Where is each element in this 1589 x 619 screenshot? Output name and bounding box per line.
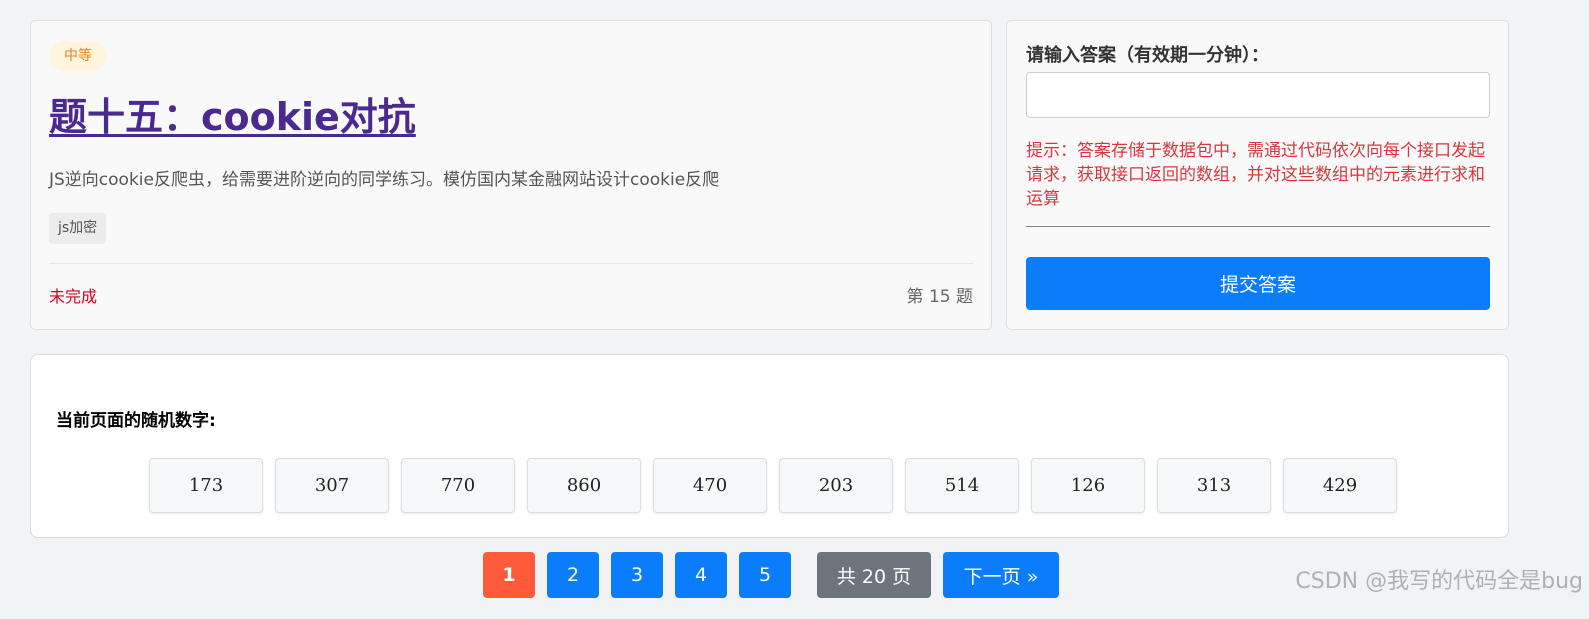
- card-divider: [49, 263, 973, 264]
- challenge-card: 中等 题十五：cookie对抗 JS逆向cookie反爬虫，给需要进阶逆向的同学…: [30, 20, 992, 330]
- status-text: 未完成: [49, 287, 98, 306]
- number-box: 203: [779, 458, 893, 513]
- difficulty-badge: 中等: [50, 41, 106, 71]
- submit-answer-button[interactable]: 提交答案: [1026, 257, 1490, 310]
- page-button-2[interactable]: 2: [547, 552, 599, 598]
- page-button-5[interactable]: 5: [739, 552, 791, 598]
- pagination: 1 2 3 4 5 共 20 页 下一页 »: [483, 552, 1059, 598]
- next-page-button[interactable]: 下一页 »: [943, 552, 1059, 598]
- answer-label: 请输入答案（有效期一分钟）：: [1026, 45, 1269, 66]
- hint-divider: [1026, 226, 1490, 227]
- number-box: 470: [653, 458, 767, 513]
- number-box: 173: [149, 458, 263, 513]
- number-box: 313: [1157, 458, 1271, 513]
- page-button-1[interactable]: 1: [483, 552, 535, 598]
- page-button-4[interactable]: 4: [675, 552, 727, 598]
- number-box: 514: [905, 458, 1019, 513]
- number-box: 429: [1283, 458, 1397, 513]
- answer-input[interactable]: [1026, 72, 1490, 118]
- watermark: CSDN @我写的代码全是bug: [1295, 569, 1583, 594]
- question-number: 第 15 题: [906, 287, 973, 307]
- random-numbers-label: 当前页面的随机数字:: [56, 411, 216, 431]
- number-box: 860: [527, 458, 641, 513]
- hint-text: 提示：答案存储于数据包中，需通过代码依次向每个接口发起请求，获取接口返回的数组，…: [1026, 141, 1485, 209]
- number-box: 307: [275, 458, 389, 513]
- answer-panel: 请输入答案（有效期一分钟）： 提示：答案存储于数据包中，需通过代码依次向每个接口…: [1006, 20, 1509, 330]
- random-numbers-row: 173 307 770 860 470 203 514 126 313 429: [149, 458, 1397, 513]
- challenge-title-link[interactable]: 题十五：cookie对抗: [49, 93, 416, 141]
- total-pages-badge: 共 20 页: [817, 552, 931, 598]
- random-numbers-panel: 当前页面的随机数字: 173 307 770 860 470 203 514 1…: [30, 354, 1509, 538]
- challenge-description: JS逆向cookie反爬虫，给需要进阶逆向的同学练习。模仿国内某金融网站设计co…: [49, 170, 720, 190]
- challenge-tag: js加密: [49, 213, 107, 244]
- page-button-3[interactable]: 3: [611, 552, 663, 598]
- number-box: 770: [401, 458, 515, 513]
- number-box: 126: [1031, 458, 1145, 513]
